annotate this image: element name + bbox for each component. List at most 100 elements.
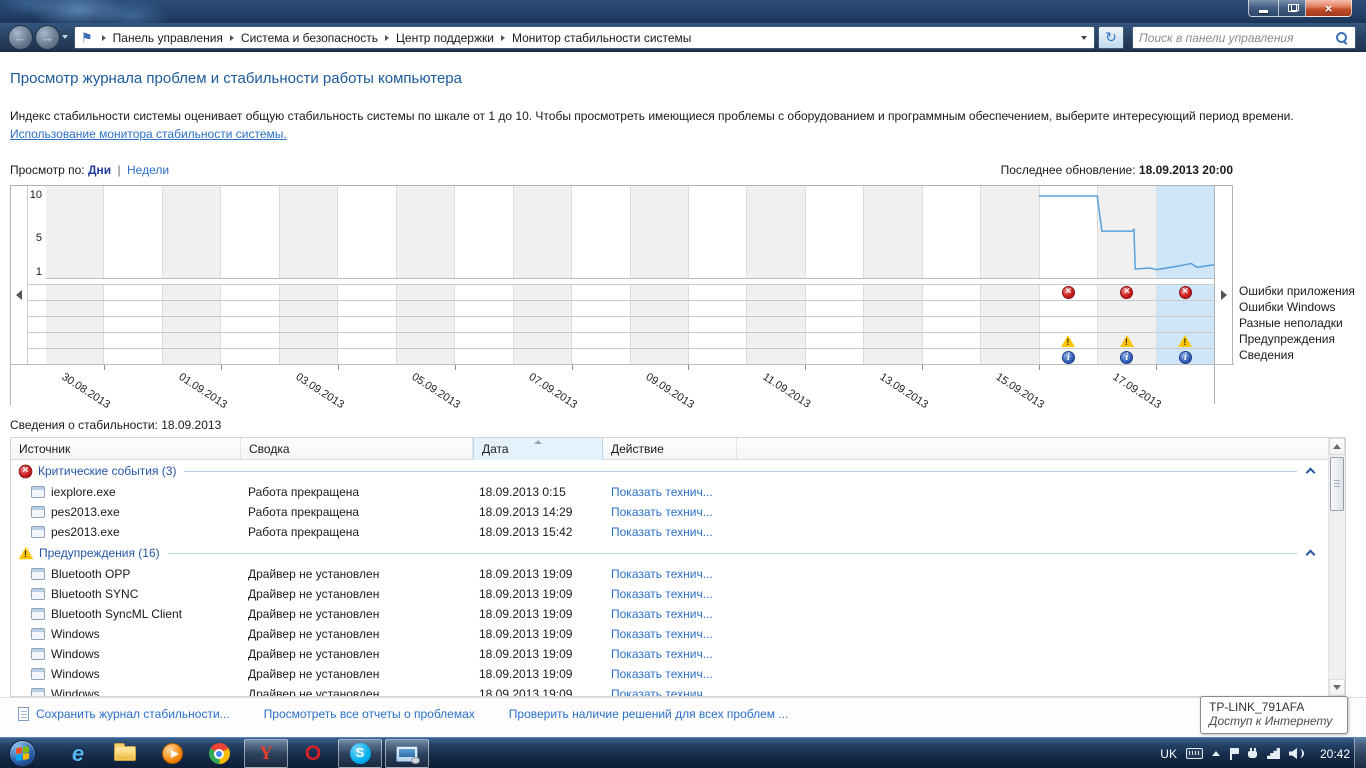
view-weeks-link[interactable]: Недели [127, 163, 169, 177]
event-cell[interactable] [338, 333, 396, 348]
table-row[interactable]: Bluetooth SyncML ClientДрайвер не устано… [11, 604, 1328, 624]
event-cell[interactable] [338, 317, 396, 332]
event-cell[interactable] [689, 349, 747, 365]
action-link[interactable]: Показать технич... [611, 502, 713, 522]
taskbar-button-remote-desktop[interactable] [385, 739, 429, 768]
event-cell[interactable] [689, 317, 747, 332]
event-cell[interactable] [221, 349, 279, 365]
event-cell[interactable] [514, 349, 572, 365]
scroll-down-button[interactable] [1329, 679, 1345, 696]
taskbar-button-media-player[interactable] [150, 739, 194, 768]
event-cell[interactable] [163, 301, 221, 316]
event-cell[interactable] [46, 333, 104, 348]
event-cell[interactable] [572, 333, 630, 348]
table-row[interactable]: WindowsДрайвер не установлен18.09.2013 1… [11, 624, 1328, 644]
action-link[interactable]: Показать технич... [611, 664, 713, 684]
usage-help-link[interactable]: Использование монитора стабильности сист… [10, 127, 287, 141]
action-link[interactable]: Показать технич... [611, 644, 713, 664]
event-cell[interactable] [221, 301, 279, 316]
event-cell[interactable] [923, 301, 981, 316]
event-cell[interactable] [338, 301, 396, 316]
breadcrumb-item[interactable]: Монитор стабильности системы [512, 31, 692, 45]
event-cell[interactable] [1040, 285, 1098, 300]
event-cell[interactable] [1040, 317, 1098, 332]
event-cell[interactable] [631, 285, 689, 300]
event-cell[interactable] [397, 317, 455, 332]
event-cell[interactable] [338, 285, 396, 300]
event-cell[interactable] [514, 285, 572, 300]
close-button[interactable]: × [1306, 0, 1352, 17]
network-signal-icon[interactable] [1267, 748, 1280, 759]
event-cell[interactable] [689, 333, 747, 348]
event-cell[interactable] [280, 333, 338, 348]
breadcrumb-item[interactable]: Система и безопасность [241, 31, 378, 45]
action-link[interactable]: Показать технич... [611, 604, 713, 624]
event-cell[interactable] [864, 317, 922, 332]
table-row[interactable]: WindowsДрайвер не установлен18.09.2013 1… [11, 644, 1328, 664]
event-cell[interactable] [163, 333, 221, 348]
event-cell[interactable] [572, 285, 630, 300]
restore-button[interactable] [1278, 0, 1306, 17]
action-link[interactable]: Показать технич... [611, 684, 713, 697]
event-cell[interactable] [280, 349, 338, 365]
event-cell[interactable] [1098, 349, 1156, 365]
event-cell[interactable] [221, 333, 279, 348]
table-row[interactable]: pes2013.exeРабота прекращена18.09.2013 1… [11, 502, 1328, 522]
event-cell[interactable] [572, 317, 630, 332]
footer-link[interactable]: Просмотреть все отчеты о проблемах [264, 707, 475, 721]
event-cell[interactable] [46, 317, 104, 332]
event-cell[interactable] [747, 333, 805, 348]
event-cell[interactable] [689, 301, 747, 316]
start-button[interactable] [9, 740, 36, 767]
event-cell[interactable] [1157, 285, 1214, 300]
minimize-button[interactable] [1248, 0, 1278, 17]
event-cell[interactable] [104, 333, 162, 348]
event-cell[interactable] [864, 301, 922, 316]
event-cell[interactable] [1157, 301, 1214, 316]
table-row[interactable]: WindowsДрайвер не установлен18.09.2013 1… [11, 664, 1328, 684]
address-bar[interactable]: ⚑ Панель управленияСистема и безопасност… [74, 26, 1095, 49]
event-cell[interactable] [1098, 301, 1156, 316]
show-hidden-icons-icon[interactable] [1212, 751, 1220, 756]
event-cell[interactable] [221, 317, 279, 332]
column-header-summary[interactable]: Сводка [241, 438, 473, 460]
event-cell[interactable] [163, 349, 221, 365]
event-cell[interactable] [572, 301, 630, 316]
breadcrumb-item[interactable]: Центр поддержки [396, 31, 494, 45]
event-cell[interactable] [981, 285, 1039, 300]
search-input[interactable]: Поиск в панели управления [1132, 26, 1356, 49]
event-cell[interactable] [923, 317, 981, 332]
table-row[interactable]: Bluetooth SYNCДрайвер не установлен18.09… [11, 584, 1328, 604]
back-button[interactable]: ← [8, 25, 33, 50]
volume-icon[interactable] [1289, 748, 1303, 759]
action-link[interactable]: Показать технич... [611, 482, 713, 502]
event-cell[interactable] [1040, 349, 1098, 365]
event-cell[interactable] [1040, 333, 1098, 348]
event-cell[interactable] [631, 317, 689, 332]
forward-button[interactable]: → [35, 25, 60, 50]
event-cell[interactable] [455, 301, 513, 316]
event-cell[interactable] [514, 317, 572, 332]
show-desktop-button[interactable] [1354, 738, 1366, 768]
collapse-chevron-icon[interactable] [1306, 550, 1316, 560]
event-cell[interactable] [397, 301, 455, 316]
event-cell[interactable] [747, 349, 805, 365]
taskbar-button-chrome[interactable] [197, 739, 241, 768]
window-titlebar[interactable]: × [0, 0, 1366, 23]
taskbar-button-skype[interactable] [338, 739, 382, 768]
event-cell[interactable] [923, 285, 981, 300]
footer-link[interactable]: Проверить наличие решений для всех пробл… [509, 707, 789, 721]
vertical-scrollbar[interactable] [1328, 438, 1345, 696]
event-cell[interactable] [1098, 317, 1156, 332]
column-header-source[interactable]: Источник [11, 438, 241, 460]
event-cell[interactable] [981, 333, 1039, 348]
chart-scroll-right[interactable] [1214, 186, 1232, 404]
table-row[interactable]: WindowsДрайвер не установлен18.09.2013 1… [11, 684, 1328, 697]
event-cell[interactable] [104, 285, 162, 300]
event-cell[interactable] [46, 301, 104, 316]
breadcrumb-item[interactable]: Панель управления [113, 31, 223, 45]
event-cell[interactable] [806, 285, 864, 300]
taskbar-button-yandex-browser[interactable] [244, 739, 288, 768]
event-cell[interactable] [1098, 285, 1156, 300]
event-cell[interactable] [46, 349, 104, 365]
